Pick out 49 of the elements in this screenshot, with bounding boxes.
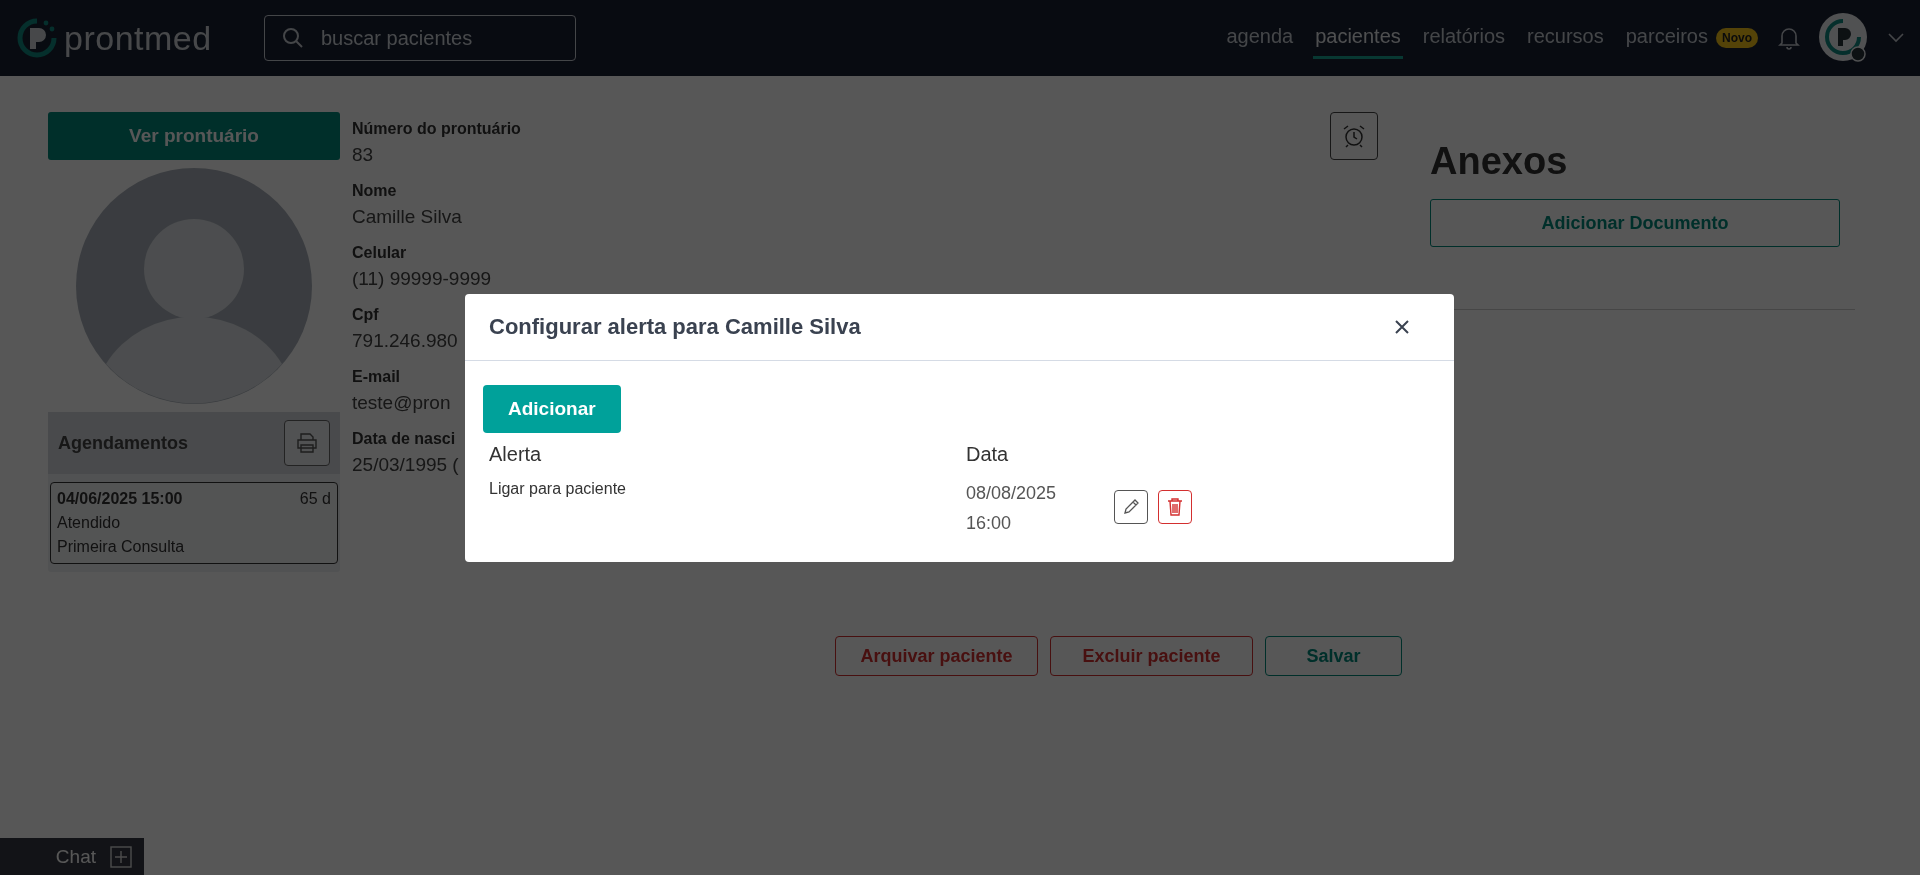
field-value: 83 [352, 144, 374, 166]
field-value: teste@pron [352, 392, 451, 414]
edit-button[interactable] [1114, 490, 1148, 524]
printer-icon [295, 431, 319, 455]
alarm-button[interactable] [1330, 112, 1378, 160]
add-document-button[interactable]: Adicionar Documento [1430, 199, 1840, 247]
trash-icon [1166, 497, 1184, 517]
dialog-title: Configurar alerta para Camille Silva [489, 314, 861, 340]
action-button[interactable]: Salvar [1265, 636, 1402, 676]
view-record-button[interactable]: Ver prontuário [48, 112, 340, 160]
nav-link[interactable]: pacientes [1313, 17, 1403, 59]
chat-label: Chat [55, 845, 96, 868]
field-label: Nome [352, 182, 397, 200]
field-label: Data de nasci [352, 430, 456, 448]
field-value: 25/03/1995 ( [352, 454, 459, 476]
column-header: Data [966, 443, 1010, 466]
appointment-days: 65 d [299, 487, 331, 511]
appointment-datetime: 04/06/2025 15:00 [57, 489, 183, 509]
field-label: Cpf [352, 306, 379, 324]
user-avatar-icon[interactable] [1818, 12, 1870, 64]
field-label: Número do prontuário [352, 120, 521, 138]
bell-icon[interactable] [1778, 26, 1800, 50]
field-value: (11) 99999-9999 [352, 268, 492, 290]
new-badge: Novo [1716, 28, 1758, 48]
appointment-type: Primeira Consulta [57, 537, 186, 557]
field-value: Camille Silva [352, 206, 462, 228]
chevron-down-icon[interactable] [1888, 33, 1904, 43]
column-header: Alerta [489, 443, 543, 466]
pencil-icon [1122, 498, 1140, 516]
field-label: E-mail [352, 368, 400, 386]
alert-text: Ligar para paciente [489, 479, 627, 498]
print-button[interactable] [284, 420, 330, 466]
appointment-status: Atendido [57, 513, 122, 533]
close-icon [1394, 319, 1410, 335]
alert-date: 08/08/2025 16:00 [966, 482, 1058, 535]
delete-button[interactable] [1158, 490, 1192, 524]
search-icon [282, 27, 304, 49]
plus-icon[interactable] [110, 845, 132, 868]
appointment-card[interactable]: 04/06/2025 15:00 65 d Atendido Primeira Consulta [50, 482, 338, 564]
action-button[interactable]: Arquivar paciente [835, 636, 1038, 676]
avatar-placeholder-icon [76, 168, 312, 404]
alarm-clock-icon [1341, 123, 1367, 149]
logo-icon [16, 17, 58, 59]
attachments-title: Anexos [1430, 140, 1569, 183]
field-value: 791.246.980 [352, 330, 458, 352]
field-label: Celular [352, 244, 407, 262]
add-alert-button[interactable]: Adicionar [483, 385, 621, 433]
chat-bar[interactable]: Chat [0, 838, 144, 875]
action-button[interactable]: Excluir paciente [1050, 636, 1253, 676]
